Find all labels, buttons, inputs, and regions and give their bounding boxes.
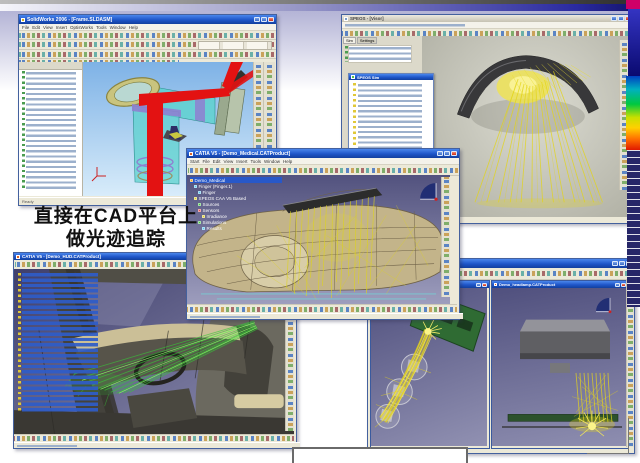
catia-app-icon: [189, 152, 193, 156]
minimize-icon[interactable]: [612, 261, 618, 266]
catia-main-statusbar: [187, 313, 463, 319]
catia-main-right-toolbar[interactable]: [441, 177, 450, 297]
minimize-icon[interactable]: [254, 17, 260, 22]
slide: { "caption": { "line1": "直接在CAD平台上", "li…: [0, 0, 640, 461]
colorscale-rainbow-bar: [626, 76, 640, 150]
interior-feature-tree[interactable]: [22, 273, 98, 413]
slide-caption: 直接在CAD平台上 做光迹追踪: [26, 205, 206, 251]
palette-icon: [351, 75, 355, 79]
menu-insert[interactable]: Insert: [56, 25, 67, 30]
minimize-icon[interactable]: [615, 283, 620, 287]
catia-main-window[interactable]: CATIA V5 - [Demo_Medical.CATProduct] Sta…: [186, 148, 460, 320]
speos-app-icon: [344, 17, 348, 21]
close-icon[interactable]: [451, 151, 457, 156]
menu-window[interactable]: Window: [110, 25, 126, 30]
solidworks-toolbar-1[interactable]: [19, 31, 276, 40]
magenta-corner: [626, 0, 640, 9]
tree-icon-column: [22, 71, 25, 189]
minimize-icon[interactable]: [476, 283, 481, 287]
part-icon: [194, 185, 197, 188]
colorscale-blue-bar: [628, 9, 640, 76]
solidworks-toolbar-3[interactable]: [19, 50, 276, 59]
minimize-icon[interactable]: [611, 16, 617, 21]
corner-guide-line: [587, 418, 629, 454]
palette-titlebar[interactable]: SPEOS Sim: [349, 74, 433, 80]
menu-view[interactable]: View: [43, 25, 53, 30]
part-icon: [198, 191, 201, 194]
catia-main-menubar[interactable]: Start File Edit View Insert Tools Window…: [187, 158, 459, 165]
speos-titlebar[interactable]: SPEOS - [Visor]: [342, 15, 633, 22]
menu-optisworks[interactable]: OptisWorks: [70, 25, 93, 30]
close-icon[interactable]: [268, 17, 274, 22]
menu-file[interactable]: File: [22, 25, 29, 30]
catia-main-3d-viewport[interactable]: Demo_Medical Finger (Finger.1) Finger SP…: [187, 175, 450, 304]
catia-main-titlebar[interactable]: CATIA V5 - [Demo_Medical.CATProduct]: [187, 149, 459, 158]
catia-interior-title: CATIA V5 - [Demo_HUD.CATProduct]: [22, 254, 101, 259]
menu-tools[interactable]: Tools: [251, 159, 262, 164]
status-text-blur: [17, 444, 77, 447]
tab-sim[interactable]: Sim: [343, 37, 356, 44]
caption-line-1: 直接在CAD平台上: [26, 205, 206, 228]
ground-line: [201, 294, 436, 299]
menu-edit[interactable]: Edit: [213, 159, 221, 164]
caption-line-2: 做光迹追踪: [26, 228, 206, 251]
palette-tree[interactable]: [358, 83, 422, 153]
maximize-icon[interactable]: [619, 261, 625, 266]
maximize-icon[interactable]: [261, 17, 267, 22]
status-text: Ready: [22, 199, 34, 204]
solidworks-titlebar[interactable]: SolidWorks 2006 - [Frame.SLDASM]: [19, 15, 276, 24]
solidworks-menubar[interactable]: File Edit View Insert OptisWorks Tools W…: [19, 24, 276, 31]
tab-settings[interactable]: Settings: [357, 37, 377, 44]
compass-icon: [420, 183, 438, 201]
catia-main-title: CATIA V5 - [Demo_Medical.CATProduct]: [195, 151, 290, 157]
tree-item[interactable]: Results: [202, 225, 282, 231]
headlamp-title: Demo_headlamp.CATProduct: [499, 282, 555, 287]
solidworks-toolbar-2[interactable]: [19, 40, 276, 50]
menu-help[interactable]: Help: [129, 25, 138, 30]
speos-title: SPEOS - [Visor]: [350, 16, 384, 21]
palette-title: SPEOS Sim: [357, 75, 379, 80]
menu-insert[interactable]: Insert: [236, 159, 247, 164]
minimize-icon[interactable]: [437, 151, 443, 156]
feature-tree-panel[interactable]: [19, 62, 83, 196]
catia-app-icon: [16, 255, 20, 259]
menu-file[interactable]: File: [203, 159, 210, 164]
palette-tree-icons: [353, 83, 356, 153]
menu-edit[interactable]: Edit: [32, 25, 40, 30]
catia-doc-icon: [494, 283, 497, 286]
close-icon[interactable]: [482, 283, 487, 287]
menu-text-blur: [345, 23, 465, 27]
menu-tools[interactable]: Tools: [96, 25, 107, 30]
product-icon: [190, 179, 193, 182]
axis-triad-icon: [92, 167, 106, 181]
menu-window[interactable]: Window: [264, 159, 280, 164]
maximize-icon[interactable]: [618, 16, 624, 21]
solidworks-title: SolidWorks 2006 - [Frame.SLDASM]: [27, 17, 112, 23]
speos-menubar[interactable]: [342, 22, 633, 29]
menu-view[interactable]: View: [224, 159, 234, 164]
yellow-ray-beam: [375, 320, 442, 428]
maximize-icon[interactable]: [444, 151, 450, 156]
interior-tree-icons: [18, 273, 21, 413]
menu-help[interactable]: Help: [283, 159, 292, 164]
slide-gradient-bar: [0, 4, 640, 11]
speos-node-icon: [194, 197, 197, 200]
menu-start[interactable]: Start: [190, 159, 200, 164]
speos-tree-icons: [345, 46, 348, 62]
compass-icon: [596, 298, 611, 313]
headlamp-titlebar[interactable]: Demo_headlamp.CATProduct: [492, 281, 628, 288]
solidworks-app-icon: [21, 18, 25, 22]
catia-interior-statusbar: [14, 442, 300, 448]
status-text-blur: [190, 315, 260, 318]
speos-tree[interactable]: [349, 46, 411, 62]
feature-tree-rows[interactable]: [26, 71, 76, 189]
colorscale-label-panel: [627, 150, 640, 307]
big-command-buttons[interactable]: [198, 41, 272, 50]
